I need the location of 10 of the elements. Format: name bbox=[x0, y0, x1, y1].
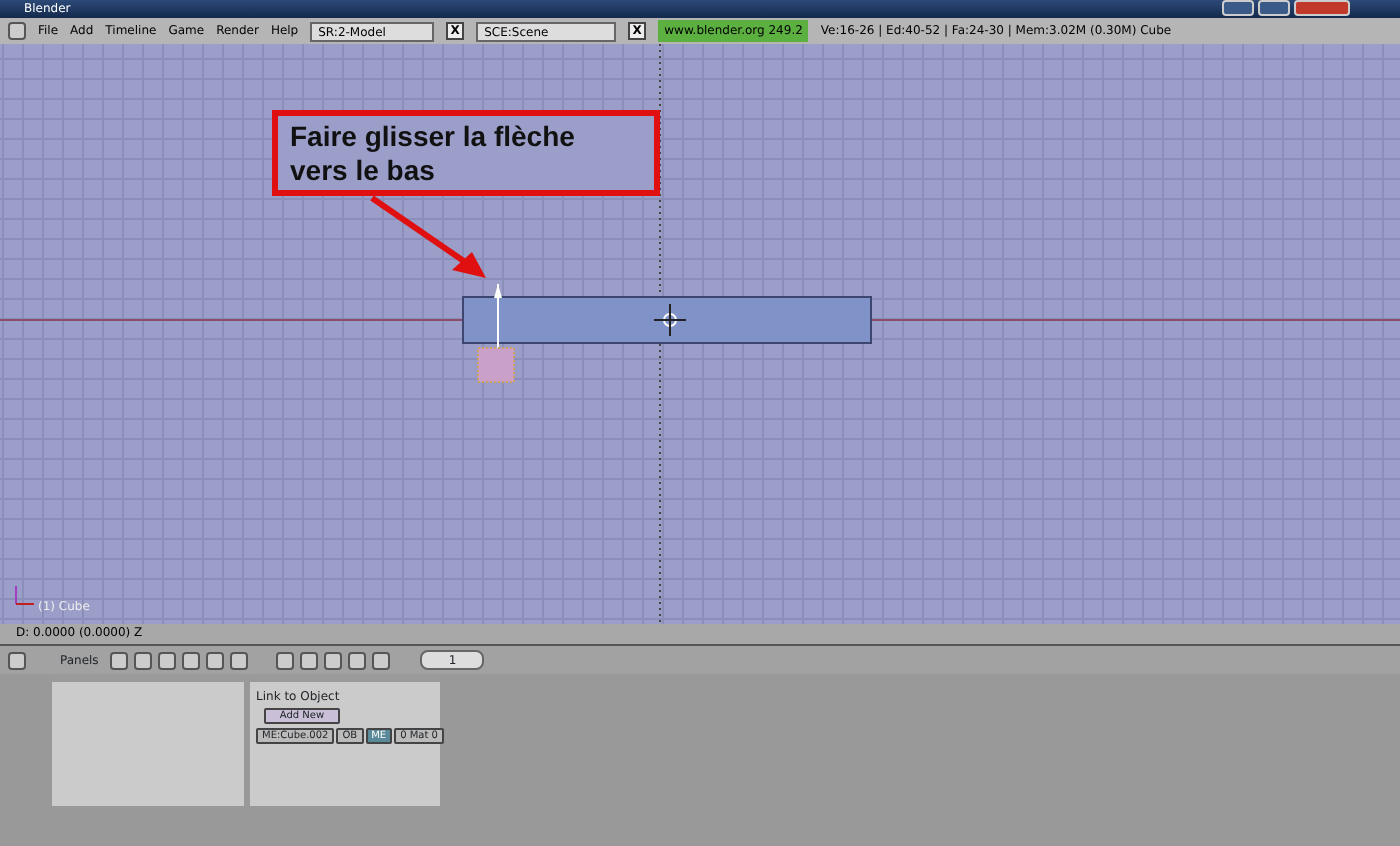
maximize-button[interactable] bbox=[1258, 0, 1290, 16]
cursor-icon bbox=[653, 303, 687, 337]
editor-type-button[interactable] bbox=[8, 651, 26, 669]
editor-type-button[interactable] bbox=[8, 22, 26, 40]
close-button[interactable] bbox=[1294, 0, 1350, 16]
pointer-arrow bbox=[370, 195, 486, 278]
minimize-button[interactable] bbox=[1222, 0, 1254, 16]
move-handle[interactable] bbox=[477, 283, 515, 383]
callout-text: Faire glisser la flèche vers le bas bbox=[272, 110, 660, 196]
axis-icon bbox=[15, 585, 35, 605]
